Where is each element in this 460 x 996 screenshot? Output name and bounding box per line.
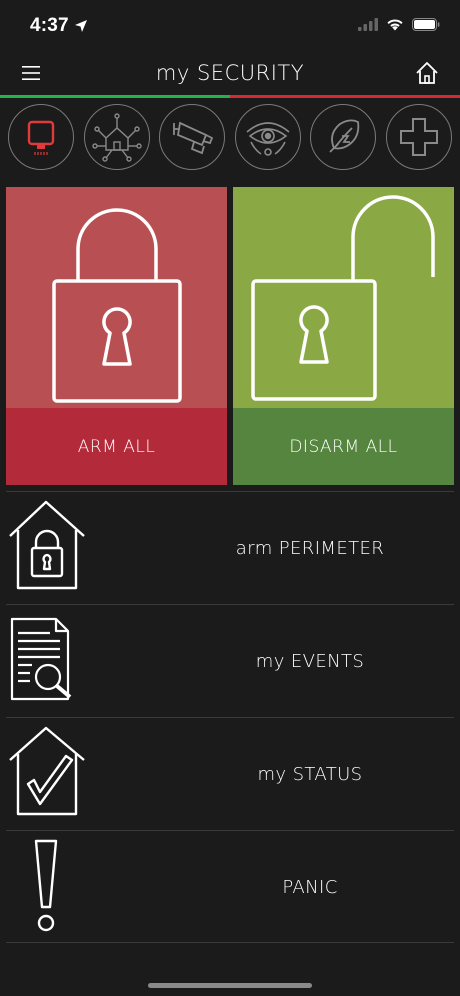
accent-bar	[0, 95, 460, 98]
category-surveillance[interactable]	[234, 104, 301, 170]
energy-leaf-icon	[329, 119, 360, 153]
category-cameras[interactable]	[159, 104, 226, 170]
home-button[interactable]	[414, 60, 440, 86]
list-item-my-events[interactable]: my EVENTS	[6, 604, 454, 717]
battery-icon	[412, 18, 440, 31]
document-search-icon	[10, 617, 72, 701]
alarm-panel-icon	[27, 120, 55, 155]
arm-all-button[interactable]: ARM ALL	[6, 187, 227, 485]
unlocked-padlock-icon	[251, 195, 435, 401]
list-item-label: my EVENTS	[255, 651, 365, 672]
location-arrow-icon	[75, 20, 87, 32]
list-item-panic[interactable]: PANIC	[6, 830, 454, 943]
cctv-camera-icon	[173, 121, 214, 155]
signal-icon	[358, 18, 378, 31]
smart-home-network-icon	[91, 113, 142, 162]
list-item-arm-perimeter[interactable]: arm PERIMETER	[6, 491, 454, 604]
list-item-label: arm PERIMETER	[235, 538, 385, 559]
page-title: my SECURITY	[155, 61, 305, 85]
list-item-label: my STATUS	[257, 764, 363, 785]
arm-all-label: ARM ALL	[6, 408, 227, 485]
category-nav	[8, 104, 452, 184]
status-time: 4:37	[30, 15, 69, 36]
category-smart-home[interactable]	[83, 104, 150, 170]
medical-cross-icon	[399, 118, 438, 156]
status-bar: 4:37	[0, 0, 460, 52]
locked-padlock-icon	[52, 208, 182, 403]
status-icons	[358, 18, 440, 31]
home-indicator[interactable]	[148, 983, 312, 988]
surveillance-eye-icon	[246, 122, 290, 156]
home-icon	[416, 62, 438, 84]
list-item-my-status[interactable]: my STATUS	[6, 717, 454, 830]
category-energy[interactable]	[310, 104, 377, 170]
exclamation-icon	[34, 839, 58, 932]
category-alarm[interactable]	[8, 104, 74, 170]
house-check-icon	[9, 726, 85, 816]
disarm-all-label: DISARM ALL	[233, 408, 454, 485]
category-medical[interactable]	[385, 104, 452, 170]
app-header: my SECURITY	[0, 52, 460, 96]
accent-bar-red	[230, 95, 460, 98]
house-lock-icon	[9, 500, 85, 590]
wifi-icon	[387, 19, 403, 31]
disarm-all-button[interactable]: DISARM ALL	[233, 187, 454, 485]
list-item-label: PANIC	[282, 877, 338, 898]
accent-bar-green	[0, 95, 230, 98]
action-list: arm PERIMETER my EVENTS my STATUS PANIC	[6, 491, 454, 943]
